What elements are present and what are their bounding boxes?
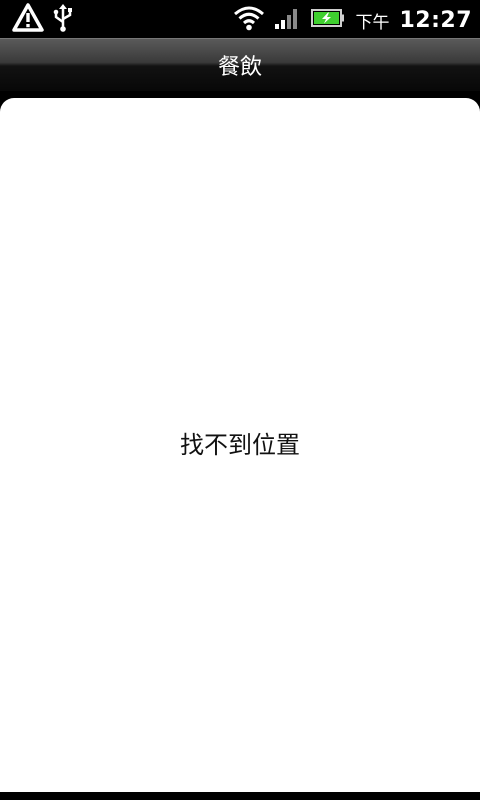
warning-icon[interactable] [12, 3, 44, 37]
content-area: 找不到位置 [0, 98, 480, 792]
page-title: 餐飲 [217, 55, 262, 80]
bottom-edge [0, 792, 480, 800]
wifi-icon [233, 5, 265, 35]
clock-ampm: 下午 [355, 12, 390, 33]
system-icons: 下午 12:27 [233, 3, 472, 37]
notification-icons [12, 3, 74, 37]
title-bar: 餐飲 [0, 38, 480, 91]
usb-icon[interactable] [52, 3, 74, 37]
empty-state-message: 找不到位置 [180, 430, 300, 459]
battery-charging-icon [311, 7, 345, 33]
clock-time: 12:27 [399, 7, 472, 33]
status-bar: 下午 12:27 [0, 0, 480, 38]
signal-icon [275, 6, 301, 34]
